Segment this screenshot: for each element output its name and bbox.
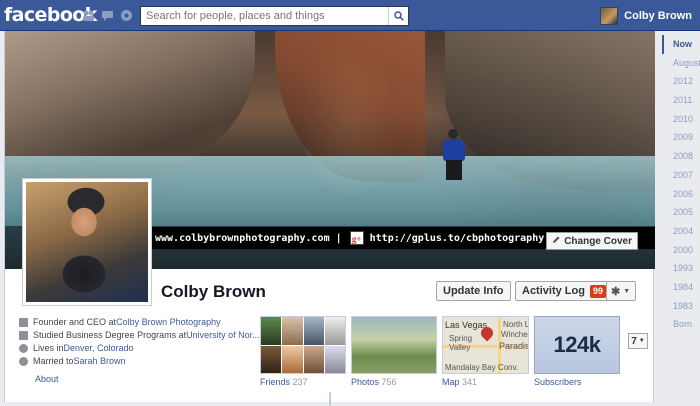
website-link-text: www.colbybrownphotography.com (155, 232, 330, 244)
about-education-text: Studied Business Degree Programs at (33, 330, 187, 340)
change-cover-button[interactable]: Change Cover (546, 232, 638, 250)
more-apps-dropdown[interactable]: 7 ▼ (628, 333, 648, 349)
messages-icon[interactable] (101, 9, 114, 22)
about-work-link[interactable]: Colby Brown Photography (116, 317, 221, 327)
year-item[interactable]: 2004 (662, 222, 700, 241)
friends-count: 237 (292, 377, 308, 387)
search-box[interactable] (140, 6, 409, 26)
year-item[interactable]: 2000 (662, 241, 700, 260)
profile-picture[interactable] (22, 178, 152, 306)
separator: | (335, 232, 342, 244)
top-navigation-bar: facebook Colby Brown (0, 0, 700, 31)
heart-icon (19, 356, 28, 366)
about-education-item: Studied Business Degree Programs at Univ… (19, 329, 260, 341)
activity-log-button[interactable]: Activity Log 99 (515, 281, 612, 301)
search-icon[interactable] (388, 7, 408, 25)
map-place-label: Mandalay Bay Conv. (445, 363, 519, 372)
year-item[interactable]: Born (662, 315, 700, 334)
year-item[interactable]: 2009 (662, 128, 700, 147)
year-item[interactable]: 2006 (662, 185, 700, 204)
year-item[interactable]: 2012 (662, 72, 700, 91)
home-icon (19, 343, 28, 353)
profile-photo (26, 182, 148, 302)
gplus-link-text: http://gplus.to/cbphotography (369, 232, 545, 244)
gear-icon: ✱ (611, 285, 621, 298)
update-info-button[interactable]: Update Info (436, 281, 511, 301)
friend-requests-icon[interactable] (82, 9, 95, 22)
photos-tile-label[interactable]: Photos 756 (351, 377, 397, 387)
gear-menu-button[interactable]: ✱ ▼ (606, 281, 636, 301)
about-work-item: Founder and CEO at Colby Brown Photograp… (19, 316, 255, 328)
year-item[interactable]: Now (662, 35, 700, 54)
avatar (600, 7, 619, 25)
change-cover-label: Change Cover (564, 235, 632, 247)
map-place-label: Las Vegas (445, 320, 488, 330)
about-home-item: Lives in Denver, Colorado (19, 342, 255, 354)
map-place-label: Spring (449, 334, 473, 343)
activity-log-count-badge: 99 (589, 284, 606, 298)
timeline-spine (329, 392, 331, 406)
update-info-label: Update Info (443, 285, 504, 297)
subscribers-label: Subscribers (534, 377, 582, 387)
topbar-profile-link[interactable]: Colby Brown (600, 7, 692, 25)
year-item[interactable]: 2010 (662, 110, 700, 129)
year-item[interactable]: August (662, 54, 700, 73)
topbar-user-name: Colby Brown (624, 10, 692, 22)
friends-tile-label[interactable]: Friends 237 (260, 377, 308, 387)
year-item[interactable]: 2007 (662, 166, 700, 185)
map-place-label: North L (503, 320, 529, 329)
about-relationship-text: Married to (33, 356, 74, 366)
map-count: 341 (462, 377, 478, 387)
about-section: Founder and CEO at Colby Brown Photograp… (19, 316, 260, 368)
map-place-label: Valley (449, 343, 471, 352)
about-relationship-item: Married to Sarah Brown (19, 355, 255, 367)
education-icon (19, 330, 28, 340)
timeline: www.colbybrownphotography.com | g+ http:… (4, 31, 655, 406)
subscribers-tile-label[interactable]: Subscribers (534, 377, 582, 387)
about-work-text: Founder and CEO at (33, 317, 117, 327)
year-item[interactable]: 2011 (662, 91, 700, 110)
map-tile-label[interactable]: Map 341 (442, 377, 477, 387)
notifications-icon[interactable] (120, 9, 133, 22)
google-plus-icon: g+ (349, 231, 364, 245)
map-place-label: Paradise (499, 341, 528, 351)
about-education-link[interactable]: University of Nor... (186, 330, 260, 340)
subscribers-tile[interactable]: 124k (534, 316, 620, 374)
subscribers-count: 124k (553, 332, 601, 357)
photos-label: Photos (351, 377, 380, 387)
profile-name: Colby Brown (161, 282, 266, 301)
photos-tile[interactable] (351, 316, 437, 374)
friends-tile[interactable] (260, 316, 346, 374)
map-tile[interactable]: Las Vegas North L Winchester Spring Vall… (442, 316, 529, 374)
about-home-link[interactable]: Denver, Colorado (64, 343, 134, 353)
activity-log-label: Activity Log (522, 285, 585, 297)
year-item[interactable]: 2008 (662, 147, 700, 166)
about-home-text: Lives in (33, 343, 64, 353)
photos-count: 756 (381, 377, 397, 387)
search-input[interactable] (141, 7, 386, 25)
year-item[interactable]: 1983 (662, 297, 700, 316)
more-apps-count: 7 (631, 335, 637, 347)
chevron-down-icon: ▼ (638, 338, 645, 344)
year-item[interactable]: 2005 (662, 203, 700, 222)
pencil-icon (552, 235, 561, 247)
about-link[interactable]: About (35, 374, 59, 384)
chevron-down-icon: ▼ (623, 287, 631, 295)
year-item[interactable]: 1984 (662, 278, 700, 297)
friends-label: Friends (260, 377, 291, 387)
year-item[interactable]: 1993 (662, 259, 700, 278)
about-relationship-link[interactable]: Sarah Brown (74, 356, 126, 366)
map-place-label: Winchester (501, 330, 528, 339)
work-icon (19, 317, 28, 327)
hiker-figure (439, 129, 469, 181)
map-label: Map (442, 377, 460, 387)
timeline-year-scrubber: Now August 2012 2011 2010 2009 2008 2007… (662, 35, 700, 334)
friends-thumbnails (261, 317, 345, 373)
